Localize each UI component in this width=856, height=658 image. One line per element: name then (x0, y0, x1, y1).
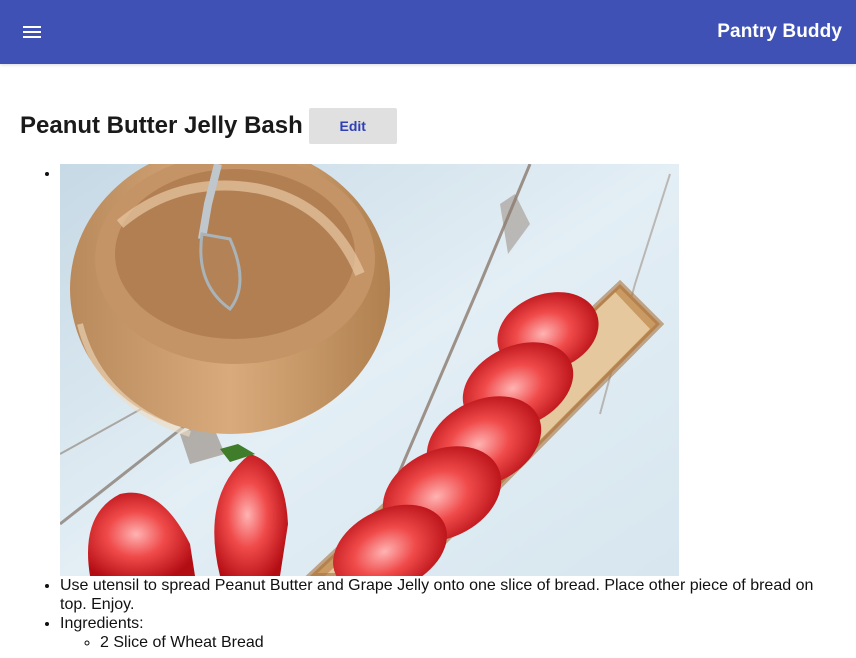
app-title: Pantry Buddy (717, 21, 842, 42)
recipe-image-item (60, 164, 856, 576)
ingredients-item: Ingredients: 2 Slice of Wheat Bread (60, 614, 856, 652)
recipe-header: Peanut Butter Jelly Bash Edit (20, 108, 397, 144)
ingredient-item: 2 Slice of Wheat Bread (100, 633, 820, 652)
ingredients-list: 2 Slice of Wheat Bread (60, 633, 820, 652)
recipe-details-list: Use utensil to spread Peanut Butter and … (0, 164, 856, 652)
instructions-item: Use utensil to spread Peanut Butter and … (60, 576, 856, 614)
ingredients-label: Ingredients: (60, 615, 144, 632)
menu-icon (23, 26, 41, 38)
recipe-photo (60, 164, 679, 576)
recipe-title: Peanut Butter Jelly Bash (20, 112, 303, 139)
app-bar: Pantry Buddy (0, 0, 856, 64)
edit-button[interactable]: Edit (308, 108, 397, 144)
menu-button[interactable] (12, 12, 52, 52)
